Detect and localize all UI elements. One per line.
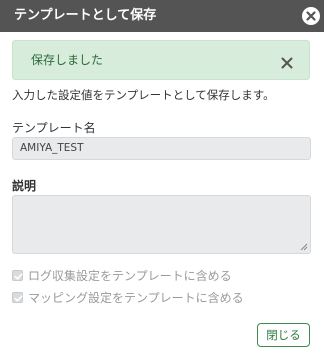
include-mapping-settings-checkbox[interactable] — [12, 292, 23, 303]
dialog-titlebar: テンプレートとして保存 — [0, 0, 324, 32]
description-label: 説明 — [12, 179, 37, 193]
template-name-field[interactable]: AMIYA_TEST — [12, 137, 311, 160]
dialog-description: 入力した設定値をテンプレートとして保存します。 — [12, 88, 275, 102]
save-as-template-dialog: テンプレートとして保存 保存しました 入力した設定値をテンプレートとして保存しま… — [0, 0, 324, 355]
close-icon[interactable] — [281, 54, 293, 69]
description-textarea[interactable] — [12, 195, 311, 254]
success-alert: 保存しました — [12, 40, 310, 80]
dialog-title: テンプレートとして保存 — [14, 8, 157, 23]
alert-message: 保存しました — [31, 53, 104, 67]
include-log-settings-checkbox[interactable] — [12, 270, 23, 281]
resize-grip-icon[interactable] — [300, 243, 308, 251]
include-mapping-settings-label: マッピング設定をテンプレートに含める — [28, 291, 244, 305]
close-button[interactable]: 閉じる — [257, 323, 310, 347]
close-circle-icon[interactable] — [302, 7, 320, 25]
template-name-label: テンプレート名 — [12, 121, 96, 135]
include-log-settings-label: ログ収集設定をテンプレートに含める — [28, 269, 232, 283]
